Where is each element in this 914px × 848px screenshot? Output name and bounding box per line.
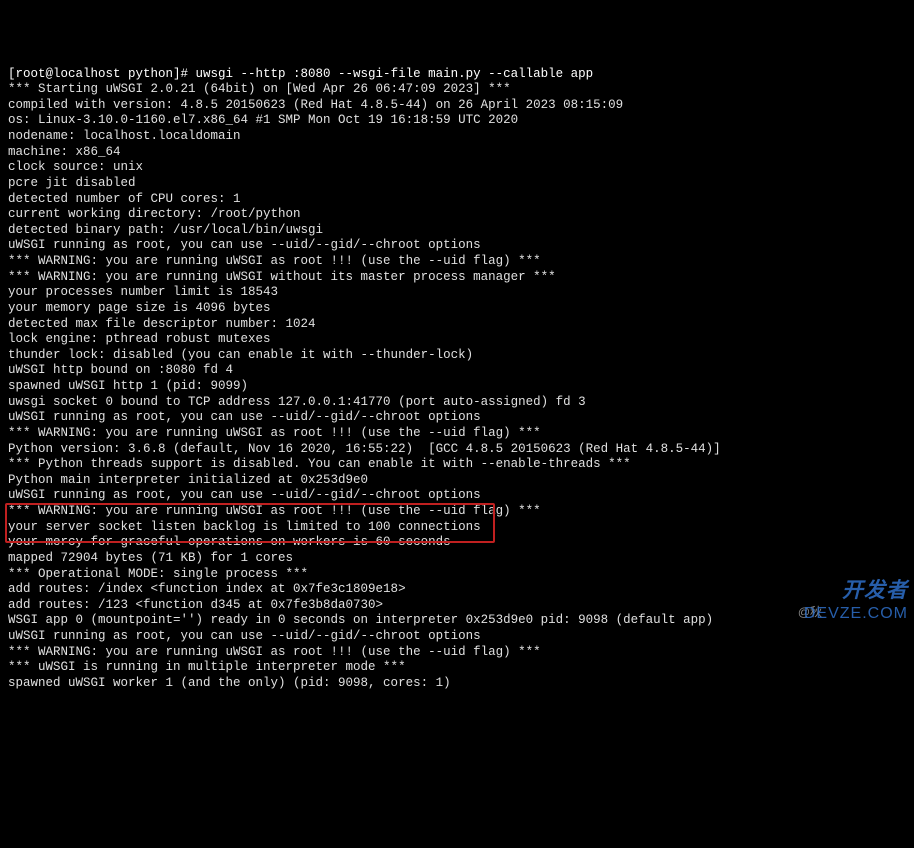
terminal-output: [root@localhost python]# uwsgi --http :8… [8, 67, 906, 692]
watermark: 开发者 DEVZE.COM [804, 578, 908, 624]
output-lines: *** Starting uWSGI 2.0.21 (64bit) on [We… [8, 82, 721, 690]
watermark-line2: DEVZE.COM [804, 604, 908, 624]
shell-prompt: [root@localhost python]# [8, 67, 196, 81]
watermark-line1: 开发者 [842, 578, 908, 604]
command-text: uwsgi --http :8080 --wsgi-file main.py -… [196, 67, 594, 81]
